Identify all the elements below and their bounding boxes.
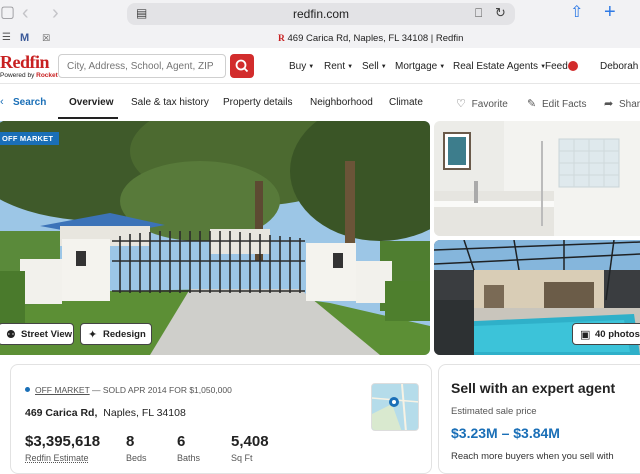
sidebar-icon[interactable]: ▢ xyxy=(0,3,15,23)
reload-icon[interactable]: ↻ xyxy=(495,5,506,21)
sell-heading: Sell with an expert agent xyxy=(451,380,616,396)
tab-climate[interactable]: Climate xyxy=(389,97,423,108)
city-state-zip: Naples, FL 34108 xyxy=(103,407,186,419)
redesign-button[interactable]: ✦ Redesign xyxy=(80,323,152,345)
chevron-down-icon: ▼ xyxy=(439,64,446,70)
nav-agents[interactable]: Real Estate Agents ▼ xyxy=(453,61,546,72)
feed-badge xyxy=(568,61,578,71)
nav-user[interactable]: Deborah▼ xyxy=(600,61,640,72)
nav-mortgage-label: Mortgage xyxy=(395,61,438,72)
map-image xyxy=(372,384,418,430)
nav-rent[interactable]: Rent ▼ xyxy=(324,61,353,72)
location-map[interactable] xyxy=(371,383,419,431)
share-icon[interactable]: ⇧ xyxy=(570,3,583,23)
street-view-label: Street View xyxy=(21,329,73,340)
pencil-icon: ✎ xyxy=(527,98,537,110)
redfin-logo[interactable]: Redfin xyxy=(0,52,50,73)
beds-value: 8 xyxy=(126,433,135,450)
chevron-down-icon: ▼ xyxy=(308,64,315,70)
chevron-down-icon: ▼ xyxy=(380,64,387,70)
redesign-label: Redesign xyxy=(103,329,146,340)
chevron-down-icon: ▼ xyxy=(347,64,354,70)
search-input[interactable] xyxy=(58,54,226,78)
close-tab-icon[interactable]: ☒ xyxy=(42,33,50,44)
user-name: Deborah xyxy=(600,61,639,72)
share-button[interactable]: ➦ Share xyxy=(604,97,640,110)
nav-mortgage[interactable]: Mortgage ▼ xyxy=(395,61,445,72)
tab-bar: ☰ M ☒ R 469 Carica Rd, Naples, FL 34108 … xyxy=(0,30,640,48)
address-bar[interactable]: ▤ redfin.com ⎕ ↻ xyxy=(127,3,515,25)
browser-chrome: ▢ ‹ › ▤ redfin.com ⎕ ↻ ⇧ + ☰ M ☒ R 469 C… xyxy=(0,0,640,48)
main-photo[interactable] xyxy=(0,121,430,355)
tab-property-details[interactable]: Property details xyxy=(223,97,292,108)
share-label: Share xyxy=(619,99,640,110)
favorite-button[interactable]: ♡ Favorite xyxy=(456,97,508,110)
sell-pitch: Reach more buyers when you sell with xyxy=(451,451,614,462)
photos-count-label: 40 photos xyxy=(595,329,640,340)
url-text: redfin.com xyxy=(292,7,350,21)
back-icon[interactable]: ‹ xyxy=(22,3,29,23)
street-view-button[interactable]: ⚉ Street View xyxy=(0,323,74,345)
edit-facts-label: Edit Facts xyxy=(542,99,587,110)
listing-info-card: OFF MARKET — SOLD APR 2014 FOR $1,050,00… xyxy=(10,364,432,474)
forward-icon[interactable]: › xyxy=(52,3,59,23)
translate-icon[interactable]: ⎕ xyxy=(475,6,482,21)
photo-icon: ▣ xyxy=(580,329,591,341)
estimated-sale-range: $3.23M – $3.84M xyxy=(451,425,560,441)
favorite-label: Favorite xyxy=(471,99,508,110)
tab-redfin[interactable]: R 469 Carica Rd, Naples, FL 34108 | Redf… xyxy=(278,33,463,44)
status-off-market[interactable]: OFF MARKET xyxy=(35,385,90,395)
pinned-tab-m[interactable]: M xyxy=(20,32,29,44)
pinned-tab-icon[interactable]: ☰ xyxy=(2,32,11,43)
beds-label: Beds xyxy=(126,453,147,463)
site-header: Redfin Powered by Rocket Buy▼ Rent▼ Sell… xyxy=(0,48,640,84)
baths-value: 6 xyxy=(177,433,186,450)
logo-sub-prefix: Powered by xyxy=(0,72,35,79)
listing-status: OFF MARKET — SOLD APR 2014 FOR $1,050,00… xyxy=(25,385,232,395)
tab-neighborhood[interactable]: Neighborhood xyxy=(310,97,373,108)
redfin-favicon: R xyxy=(278,34,285,44)
status-sold: — SOLD APR 2014 FOR $1,050,000 xyxy=(92,385,232,395)
off-market-badge: OFF MARKET xyxy=(0,132,60,145)
tab-overview[interactable]: Overview xyxy=(69,97,113,108)
nav-sell-label: Sell xyxy=(362,61,379,72)
listing-address: 469 Carica Rd, Naples, FL 34108 xyxy=(25,407,186,419)
photos-count-button[interactable]: ▣ 40 photos xyxy=(572,323,640,345)
house-gate-photo xyxy=(0,121,430,355)
nav-buy-label: Buy xyxy=(289,61,307,72)
estimate-value: $3,395,618 xyxy=(25,433,101,450)
logo-subtitle: Powered by Rocket xyxy=(0,72,58,79)
nav-agents-label: Real Estate Agents xyxy=(453,61,539,72)
sqft-label: Sq Ft xyxy=(231,453,253,463)
nav-buy[interactable]: Buy ▼ xyxy=(289,61,314,72)
back-arrow-icon[interactable]: ‹ xyxy=(0,96,4,108)
heart-icon: ♡ xyxy=(456,98,466,110)
search-icon xyxy=(235,59,249,73)
baths-label: Baths xyxy=(177,453,201,463)
status-dot xyxy=(25,387,30,392)
sell-with-agent-card: Sell with an expert agent Estimated sale… xyxy=(438,364,640,474)
person-pin-icon: ⚉ xyxy=(6,329,16,341)
sparkle-icon: ✦ xyxy=(88,329,98,341)
street-address: 469 Carica Rd, xyxy=(25,407,98,419)
estimate-label[interactable]: Redfin Estimate xyxy=(25,453,89,463)
nav-sell[interactable]: Sell ▼ xyxy=(362,61,387,72)
sqft-value: 5,408 xyxy=(231,433,269,450)
tab-title: 469 Carica Rd, Naples, FL 34108 | Redfin xyxy=(287,33,464,44)
search-link[interactable]: Search xyxy=(13,97,46,108)
bathroom-photo[interactable] xyxy=(434,121,640,236)
search-button[interactable] xyxy=(230,54,254,78)
nav-feed[interactable]: Feed xyxy=(545,61,568,72)
estimated-sale-label: Estimated sale price xyxy=(451,406,537,417)
edit-facts-button[interactable]: ✎ Edit Facts xyxy=(527,97,586,110)
tab-sale-tax-history[interactable]: Sale & tax history xyxy=(131,97,209,108)
property-subnav: ‹ Search Overview Sale & tax history Pro… xyxy=(0,84,640,120)
nav-rent-label: Rent xyxy=(324,61,346,72)
share-arrow-icon: ➦ xyxy=(604,98,614,110)
active-tab-underline xyxy=(58,117,118,119)
logo-sub-brand: Rocket xyxy=(36,72,58,79)
new-tab-icon[interactable]: + xyxy=(604,2,616,22)
bathroom-image xyxy=(434,121,640,236)
